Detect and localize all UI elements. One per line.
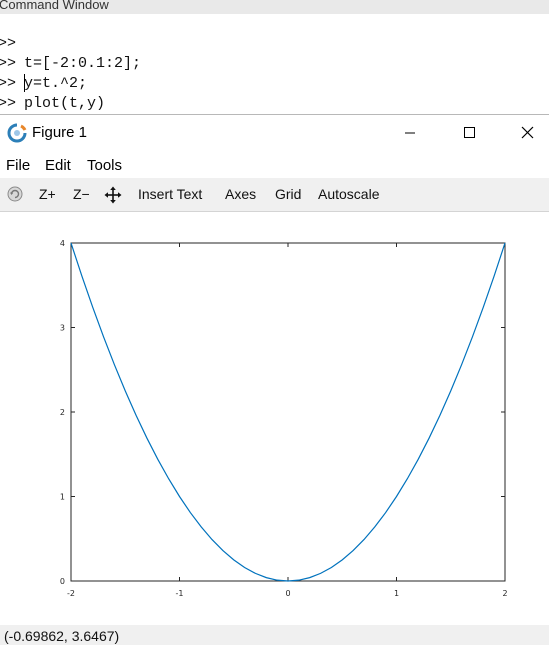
menu-tools[interactable]: Tools — [87, 157, 122, 174]
command-line: >> t=[-2:0.1:2]; — [0, 14, 141, 72]
minimize-button[interactable] — [387, 115, 433, 151]
text-caret — [24, 74, 25, 92]
command-window[interactable]: Command Window >> t=[-2:0.1:2]; >> y=t.^… — [0, 0, 549, 114]
command-input-line[interactable]: >> — [0, 74, 36, 112]
menubar: File Edit Tools — [0, 152, 549, 178]
command-line: >> plot(t,y) — [0, 54, 105, 112]
axes-button[interactable]: Axes — [225, 186, 256, 202]
autoscale-button[interactable]: Autoscale — [318, 186, 379, 202]
maximize-button[interactable] — [446, 115, 492, 151]
close-icon — [521, 126, 534, 139]
close-button[interactable] — [505, 115, 549, 151]
command-window-title: Command Window — [0, 0, 549, 14]
axes-box — [70, 242, 506, 582]
minimize-icon — [405, 132, 415, 134]
x-tick-label: 2 — [502, 589, 507, 598]
grid-button[interactable]: Grid — [275, 186, 301, 202]
insert-text-button[interactable]: Insert Text — [138, 186, 202, 202]
x-tick-label: -1 — [176, 589, 184, 598]
zoom-out-button[interactable]: Z− — [73, 186, 90, 202]
command-code: plot(t,y) — [24, 95, 106, 112]
command-prompt: >> — [0, 95, 17, 112]
command-code: t=[-2:0.1:2]; — [24, 55, 142, 72]
y-tick-label: 1 — [60, 493, 65, 502]
command-line: >> y=t.^2; — [0, 34, 87, 92]
figure-titlebar[interactable]: Figure 1 — [0, 115, 549, 151]
plot-canvas[interactable]: -2 -1 0 1 2 0 1 2 3 4 — [0, 212, 549, 625]
status-bar: (-0.69862, 3.6467) — [0, 625, 549, 645]
figure-toolbar: Z+ Z− Insert Text Axes Grid Autoscale — [0, 178, 549, 212]
menu-edit[interactable]: Edit — [45, 157, 71, 174]
cursor-coordinates: (-0.69862, 3.6467) — [4, 628, 120, 644]
y-tick-label: 0 — [60, 577, 65, 586]
y-tick-label: 2 — [60, 408, 65, 417]
menu-file[interactable]: File — [6, 157, 30, 174]
command-window-title-text: Command Window — [0, 0, 109, 12]
x-tick-label: 1 — [394, 589, 399, 598]
plot-svg[interactable]: -2 -1 0 1 2 0 1 2 3 4 — [0, 212, 549, 625]
y-tick-label: 3 — [60, 324, 65, 333]
figure-window: Figure 1 File Edit Tools Z+ Z− Insert Te… — [0, 114, 549, 645]
rotate-icon[interactable] — [6, 185, 24, 203]
x-tick-label: 0 — [285, 589, 290, 598]
figure-title: Figure 1 — [32, 124, 88, 141]
octave-logo-icon — [7, 123, 27, 143]
x-tick-label: -2 — [67, 589, 75, 598]
pan-icon[interactable] — [104, 186, 122, 204]
zoom-in-button[interactable]: Z+ — [39, 186, 56, 202]
y-tick-label: 4 — [60, 239, 65, 248]
maximize-icon — [464, 127, 475, 138]
